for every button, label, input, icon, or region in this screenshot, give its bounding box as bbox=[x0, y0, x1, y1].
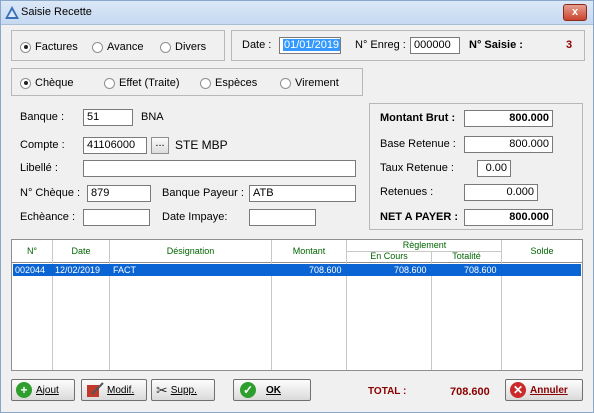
radio-factures[interactable]: Factures bbox=[20, 40, 78, 54]
saisie-value: 3 bbox=[566, 39, 573, 51]
radio-dot bbox=[104, 77, 115, 89]
radio-dot bbox=[20, 41, 31, 53]
col-divider bbox=[271, 240, 272, 370]
col-header-date: Date bbox=[71, 246, 91, 256]
modif-button[interactable]: Modif. bbox=[81, 379, 147, 401]
radio-avance[interactable]: Avance bbox=[92, 40, 144, 54]
enreg-label: N° Enreg : bbox=[355, 39, 406, 51]
table-row[interactable]: 002044 12/02/2019 FACT 708.600 708.600 7… bbox=[13, 264, 581, 276]
base-input[interactable]: 800.000 bbox=[464, 136, 553, 153]
check-icon: ✓ bbox=[240, 382, 256, 398]
app-icon bbox=[5, 6, 19, 19]
header-group: Date : 01/01/2019 N° Enreg : 000000 N° S… bbox=[231, 30, 585, 61]
col-divider bbox=[501, 240, 502, 370]
window-title: Saisie Recette bbox=[21, 6, 92, 18]
ajout-button[interactable]: + Ajout bbox=[11, 379, 75, 401]
echeance-input[interactable] bbox=[83, 209, 150, 226]
edit-icon bbox=[87, 382, 104, 397]
radio-effet[interactable]: Effet (Traite) bbox=[104, 76, 180, 90]
col-divider bbox=[52, 240, 53, 370]
compte-input[interactable]: 41106000 bbox=[83, 137, 147, 154]
retenues-label: Retenues : bbox=[380, 186, 434, 198]
ok-button[interactable]: ✓ OK bbox=[233, 379, 311, 401]
banque-label: Banque : bbox=[20, 111, 65, 123]
cell-designation: FACT bbox=[113, 265, 137, 275]
radio-dot bbox=[20, 77, 31, 89]
taux-label: Taux Retenue : bbox=[380, 162, 454, 174]
banque-code-input[interactable]: 51 bbox=[83, 109, 133, 126]
title-bar: Saisie Recette x bbox=[1, 1, 593, 25]
cheque-label: N° Chèque : bbox=[20, 187, 81, 199]
close-icon: x bbox=[571, 6, 579, 18]
cell-en-cours: 708.600 bbox=[394, 265, 427, 275]
total-value: 708.600 bbox=[450, 386, 490, 398]
brut-input[interactable]: 800.000 bbox=[464, 110, 553, 127]
col-header-en-cours: En Cours bbox=[370, 251, 408, 261]
taux-input[interactable]: 0.00 bbox=[477, 160, 511, 177]
col-header-totalite: Totalité bbox=[452, 251, 481, 261]
header-divider bbox=[12, 262, 582, 263]
mode-group: Factures Avance Divers bbox=[11, 30, 225, 61]
col-header-montant: Montant bbox=[292, 246, 326, 256]
date-impaye-label: Date Impaye: bbox=[162, 211, 228, 223]
compte-browse-button[interactable]: ... bbox=[151, 137, 169, 154]
payment-group: Chèque Effet (Traite) Espèces Virement bbox=[11, 68, 363, 96]
close-button[interactable]: x bbox=[563, 4, 587, 21]
radio-dot bbox=[200, 77, 211, 89]
radio-dot bbox=[280, 77, 291, 89]
radio-cheque[interactable]: Chèque bbox=[20, 76, 74, 90]
cell-montant: 708.600 bbox=[309, 265, 342, 275]
col-header-solde: Solde bbox=[530, 246, 554, 256]
cell-num: 002044 bbox=[15, 265, 46, 275]
base-label: Base Retenue : bbox=[380, 138, 456, 150]
date-input[interactable]: 01/01/2019 bbox=[279, 37, 341, 54]
brut-label: Montant Brut : bbox=[380, 112, 456, 124]
banque-payeur-label: Banque Payeur : bbox=[162, 187, 244, 199]
radio-divers[interactable]: Divers bbox=[160, 40, 206, 54]
banque-payeur-input[interactable]: ATB bbox=[249, 185, 356, 202]
cancel-icon: ✕ bbox=[510, 382, 526, 398]
enreg-input[interactable]: 000000 bbox=[410, 37, 460, 54]
net-label: NET A PAYER : bbox=[380, 211, 459, 223]
libelle-label: Libellé : bbox=[20, 162, 58, 174]
col-header-reglement: Règlement bbox=[402, 240, 447, 250]
echeance-label: Echèance : bbox=[20, 211, 76, 223]
retenues-input[interactable]: 0.000 bbox=[464, 184, 538, 201]
radio-virement[interactable]: Virement bbox=[280, 76, 339, 90]
main-window: Saisie Recette x Factures Avance Divers … bbox=[0, 0, 594, 413]
date-impaye-input[interactable] bbox=[249, 209, 316, 226]
radio-dot bbox=[92, 41, 103, 53]
col-divider bbox=[109, 240, 110, 370]
col-header-num: N° bbox=[26, 246, 38, 256]
cell-date: 12/02/2019 bbox=[55, 265, 101, 275]
annuler-button[interactable]: ✕ Annuler bbox=[505, 379, 583, 401]
compte-name: STE MBP bbox=[175, 138, 228, 152]
supp-button[interactable]: ✂ Supp. bbox=[151, 379, 215, 401]
reglement-table[interactable]: N° Date Désignation Montant Règlement En… bbox=[11, 239, 583, 371]
total-label: TOTAL : bbox=[368, 386, 407, 397]
scissors-icon: ✂ bbox=[156, 381, 168, 398]
cheque-input[interactable]: 879 bbox=[87, 185, 151, 202]
libelle-input[interactable] bbox=[83, 160, 356, 177]
radio-dot bbox=[160, 41, 171, 53]
net-input[interactable]: 800.000 bbox=[464, 209, 553, 226]
saisie-label: N° Saisie : bbox=[469, 39, 523, 51]
radio-especes[interactable]: Espèces bbox=[200, 76, 257, 90]
col-header-designation: Désignation bbox=[166, 246, 215, 256]
banque-name: BNA bbox=[141, 111, 164, 123]
totals-group: Montant Brut : 800.000 Base Retenue : 80… bbox=[369, 103, 583, 230]
add-icon: + bbox=[16, 382, 32, 398]
date-label: Date : bbox=[242, 39, 272, 51]
cell-totalite: 708.600 bbox=[464, 265, 497, 275]
compte-label: Compte : bbox=[20, 139, 65, 151]
